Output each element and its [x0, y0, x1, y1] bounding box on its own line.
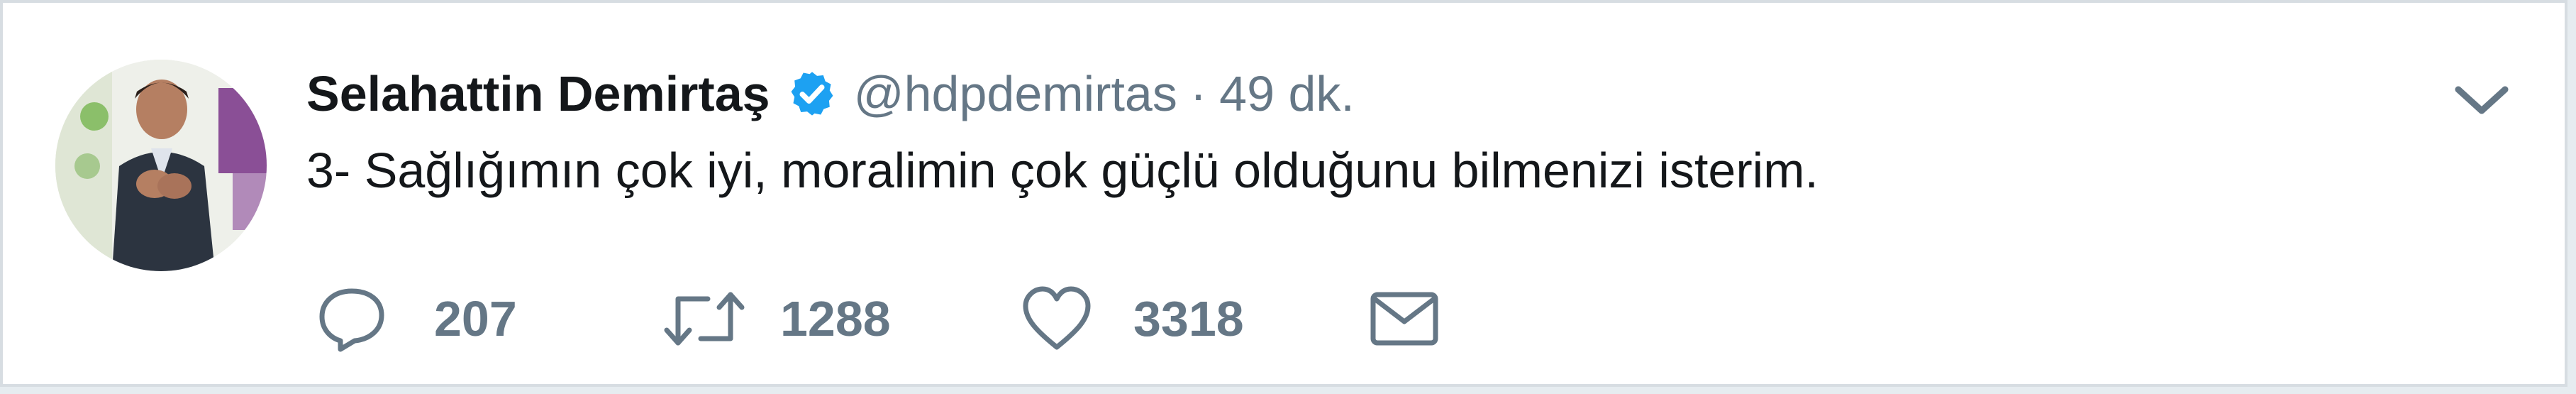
- separator-dot: ·: [1189, 66, 1207, 121]
- retweet-button[interactable]: 1288: [664, 273, 891, 365]
- avatar[interactable]: [55, 60, 267, 271]
- like-count: 3318: [1133, 291, 1244, 346]
- message-icon: [1370, 292, 1438, 346]
- retweet-icon: [664, 292, 745, 346]
- reply-button[interactable]: 207: [316, 273, 517, 365]
- author-name[interactable]: Selahattin Demirtaş: [306, 65, 770, 122]
- like-button[interactable]: 3318: [1021, 273, 1244, 365]
- direct-message-button[interactable]: [1369, 273, 1440, 365]
- verified-icon: [791, 72, 833, 116]
- reply-count: 207: [434, 291, 517, 346]
- reply-icon: [319, 288, 384, 352]
- tweet-text: 3- Sağlığımın çok iyi, moralimin çok güç…: [306, 143, 1819, 198]
- author-handle[interactable]: @hdpdemirtas: [854, 65, 1177, 122]
- retweet-count: 1288: [780, 291, 891, 346]
- like-icon: [1023, 286, 1091, 350]
- tweet-timestamp[interactable]: 49 dk.: [1219, 65, 1355, 122]
- chevron-down-icon[interactable]: [2450, 74, 2514, 124]
- avatar-photo: [55, 60, 267, 271]
- tweet-card[interactable]: Selahattin Demirtaş @hdpdemirtas · 49 dk…: [0, 0, 2567, 387]
- tweet-header: Selahattin Demirtaş @hdpdemirtas · 49 dk…: [306, 58, 1355, 129]
